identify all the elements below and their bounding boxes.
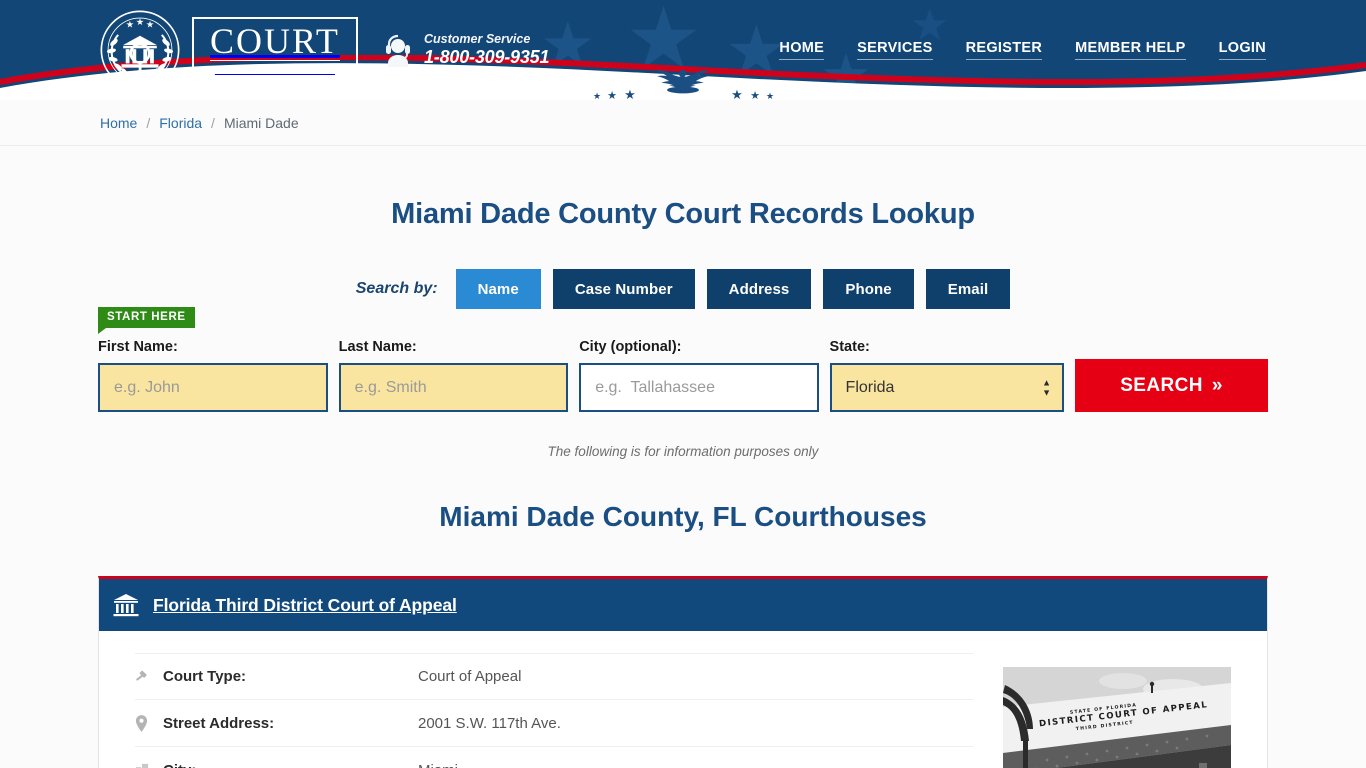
svg-text:★: ★: [146, 19, 154, 30]
state-field-group: State: Florida ▲ ▼: [829, 339, 1065, 412]
tab-address[interactable]: Address: [706, 269, 812, 309]
first-name-field-group: First Name:: [98, 339, 328, 412]
wordmark: COURT CASE FINDER: [192, 17, 358, 83]
courthouse-title-link[interactable]: Florida Third District Court of Appeal: [153, 595, 457, 616]
nav-register[interactable]: REGISTER: [965, 40, 1043, 60]
row-label-court-type: Court Type:: [163, 668, 247, 685]
state-label: State:: [829, 339, 870, 355]
tab-phone[interactable]: Phone: [823, 269, 914, 309]
start-here-badge: START HERE: [98, 307, 195, 334]
double-chevron-right-icon: »: [1211, 374, 1223, 396]
nav-login[interactable]: LOGIN: [1218, 40, 1266, 60]
court-record-search-form: START HERE First Name: Last Name: City (…: [98, 307, 1269, 412]
bank-courthouse-icon: [113, 593, 139, 617]
page-title: Miami Dade County Court Records Lookup: [391, 198, 975, 230]
nav-home[interactable]: HOME: [779, 40, 825, 60]
last-name-field-group: Last Name:: [338, 339, 569, 412]
breadcrumb: Home / Florida / Miami Dade: [0, 100, 1366, 146]
nav-services[interactable]: SERVICES: [857, 40, 933, 60]
breadcrumb-home[interactable]: Home: [100, 115, 137, 131]
courthouse-photo: STATE OF FLORIDA DISTRICT COURT OF APPEA…: [1003, 667, 1231, 768]
headset-agent-icon: [382, 33, 414, 67]
city-icon: [135, 763, 163, 768]
tab-case-number[interactable]: Case Number: [552, 269, 695, 309]
page-content: Miami Dade County Court Records Lookup S…: [0, 198, 1366, 768]
breadcrumb-separator: /: [146, 114, 151, 131]
customer-service-block[interactable]: Customer Service 1-800-309-9351: [382, 32, 550, 68]
svg-text:★: ★: [126, 19, 134, 30]
disclaimer-text: The following is for information purpose…: [547, 444, 819, 459]
breadcrumb-florida[interactable]: Florida: [159, 115, 202, 131]
table-row: Street Address: 2001 S.W. 117th Ave.: [135, 700, 973, 747]
last-name-input[interactable]: [338, 363, 569, 412]
table-row: City: Miami: [135, 747, 973, 768]
first-name-input[interactable]: [98, 363, 328, 412]
search-button[interactable]: SEARCH »: [1075, 359, 1269, 412]
table-row: Court Type: Court of Appeal: [135, 653, 973, 700]
customer-service-label: Customer Service: [424, 32, 531, 46]
last-name-label: Last Name:: [338, 339, 417, 355]
nav-member-help[interactable]: MEMBER HELP: [1075, 40, 1186, 60]
state-select[interactable]: Florida: [829, 363, 1065, 412]
map-pin-icon: [135, 714, 163, 732]
row-value-court-type: Court of Appeal: [418, 668, 522, 685]
wordmark-line2: CASE FINDER: [214, 64, 335, 76]
courthouse-photo-wrap: STATE OF FLORIDA DISTRICT COURT OF APPEA…: [1003, 649, 1231, 768]
courthouse-card-header: Florida Third District Court of Appeal: [99, 579, 1267, 631]
court-seal-icon: ★ ★ ★: [98, 8, 182, 92]
breadcrumb-separator: /: [211, 114, 215, 131]
main-navigation: HOME SERVICES REGISTER MEMBER HELP LOGIN: [779, 40, 1266, 60]
row-label-street-address: Street Address:: [163, 714, 275, 732]
courthouses-section-title: Miami Dade County, FL Courthouses: [439, 501, 927, 532]
city-field-group: City (optional):: [579, 339, 819, 412]
row-value-city: Miami: [418, 762, 458, 768]
site-header: ★ ★ ★ ★ ★ ★ ★ ★ COURT CASE FINDER Custom…: [0, 0, 1366, 100]
site-logo[interactable]: ★ ★ ★ COURT CASE FINDER: [98, 8, 358, 92]
svg-text:★: ★: [136, 17, 144, 28]
first-name-label: First Name:: [98, 339, 178, 355]
row-label-city: City:: [163, 762, 418, 768]
customer-service-phone[interactable]: 1-800-309-9351: [424, 47, 550, 68]
gavel-icon: [135, 669, 163, 685]
search-by-tabs: Search by: Name Case Number Address Phon…: [0, 269, 1366, 309]
row-value-street-address: 2001 S.W. 117th Ave.: [418, 714, 561, 732]
tab-name[interactable]: Name: [455, 269, 541, 309]
courthouse-card: Florida Third District Court of Appeal C…: [98, 576, 1268, 768]
wordmark-line1: COURT: [210, 21, 340, 61]
tab-email[interactable]: Email: [925, 269, 1011, 309]
breadcrumb-current: Miami Dade: [223, 114, 299, 131]
city-input[interactable]: [579, 363, 819, 412]
courthouse-card-body: Court Type: Court of Appeal Street Addre…: [99, 631, 1267, 768]
city-label: City (optional):: [579, 339, 682, 355]
courthouse-detail-list: Court Type: Court of Appeal Street Addre…: [135, 649, 973, 768]
search-by-label: Search by:: [355, 280, 438, 297]
search-button-label: SEARCH: [1120, 374, 1203, 396]
